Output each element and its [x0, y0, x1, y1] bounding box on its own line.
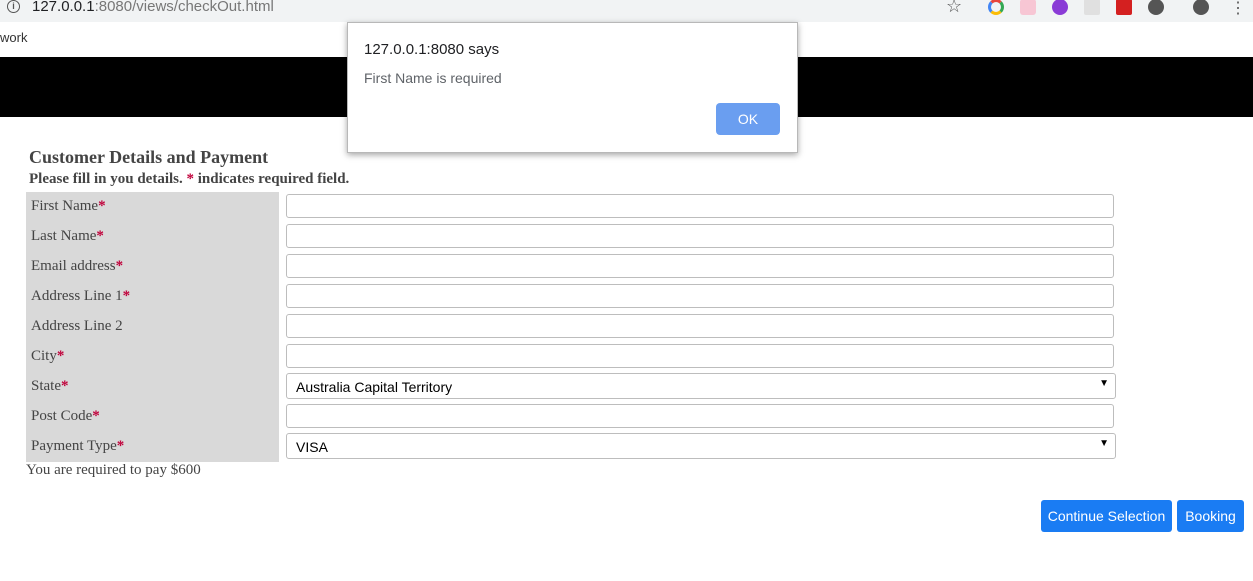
required-mark: *	[96, 228, 104, 244]
info-icon[interactable]: i	[7, 0, 20, 13]
form-row-payment-type: Payment Type* VISA ▼	[26, 432, 1126, 462]
required-mark: *	[61, 378, 69, 394]
label-text: Payment Type	[31, 438, 117, 454]
label-text: Post Code	[31, 408, 93, 424]
payment-selected-value: VISA	[296, 439, 328, 455]
address-bar[interactable]: i 127.0.0.1:8080/views/checkOut.html ☆	[0, 0, 972, 20]
url-path: :8080/views/checkOut.html	[94, 0, 274, 15]
required-mark: *	[116, 438, 125, 454]
label-text: Last Name	[31, 228, 97, 244]
label-text: First Name	[31, 198, 99, 214]
bookmark-star-icon[interactable]: ☆	[946, 0, 962, 19]
form-row-last-name: Last Name*	[26, 222, 1126, 252]
label-text: Address Line 1	[31, 288, 123, 304]
dialog-title: 127.0.0.1:8080 says	[364, 41, 500, 58]
form-row-address-2: Address Line 2	[26, 312, 1126, 342]
payment-amount-text: You are required to pay $600	[26, 462, 201, 478]
menu-kebab-icon[interactable]: ⋮	[1230, 0, 1246, 18]
label-text: City	[31, 348, 57, 364]
field-label: Payment Type*	[31, 438, 124, 455]
extension-icon[interactable]	[1020, 0, 1036, 15]
required-mark: *	[122, 288, 131, 304]
required-mark: *	[92, 408, 100, 424]
continue-selection-button[interactable]: Continue Selection	[1041, 500, 1172, 532]
label-text: Address Line 2	[31, 318, 123, 334]
field-label: Post Code*	[31, 408, 100, 425]
label-text: State	[31, 378, 61, 394]
required-mark: *	[98, 198, 106, 214]
instructions-text: indicates required field.	[194, 171, 350, 187]
form-row-first-name: First Name*	[26, 192, 1126, 222]
field-label: Address Line 1*	[31, 288, 130, 305]
form-row-post-code: Post Code*	[26, 402, 1126, 432]
email-input[interactable]	[286, 254, 1114, 278]
field-label: City*	[31, 348, 64, 365]
ok-button[interactable]: OK	[716, 103, 780, 135]
label-text: Email address	[31, 258, 116, 274]
form-row-email: Email address*	[26, 252, 1126, 282]
chevron-down-icon: ▼	[1099, 378, 1109, 389]
form-row-address-1: Address Line 1*	[26, 282, 1126, 312]
field-label: Email address*	[31, 258, 123, 275]
dialog-message: First Name is required	[364, 70, 502, 86]
address-line-2-input[interactable]	[286, 314, 1114, 338]
url-text: 127.0.0.1:8080/views/checkOut.html	[32, 0, 274, 20]
extension-icon[interactable]	[1084, 0, 1100, 15]
required-mark: *	[186, 171, 195, 187]
field-label: State*	[31, 378, 69, 395]
field-label: First Name*	[31, 198, 106, 215]
last-name-input[interactable]	[286, 224, 1114, 248]
required-mark: *	[115, 258, 124, 274]
booking-button[interactable]: Booking	[1177, 500, 1244, 532]
city-input[interactable]	[286, 344, 1114, 368]
extension-icon[interactable]	[1116, 0, 1132, 15]
alert-dialog: 127.0.0.1:8080 says First Name is requir…	[347, 22, 798, 153]
state-selected-value: Australia Capital Territory	[296, 379, 453, 395]
bookmark-item[interactable]: work	[0, 30, 27, 45]
field-label: Last Name*	[31, 228, 104, 245]
address-line-1-input[interactable]	[286, 284, 1114, 308]
form-instructions: Please fill in you details. * indicates …	[29, 171, 349, 188]
chevron-down-icon: ▼	[1099, 438, 1109, 449]
form-row-city: City*	[26, 342, 1126, 372]
field-label: Address Line 2	[31, 318, 123, 335]
state-select[interactable]: Australia Capital Territory ▼	[286, 373, 1116, 399]
payment-type-select[interactable]: VISA ▼	[286, 433, 1116, 459]
form-row-state: State* Australia Capital Territory ▼	[26, 372, 1126, 402]
required-mark: *	[56, 348, 65, 364]
first-name-input[interactable]	[286, 194, 1114, 218]
post-code-input[interactable]	[286, 404, 1114, 428]
instructions-text: Please fill in you details.	[29, 171, 187, 187]
url-host: 127.0.0.1	[32, 0, 95, 15]
page-title: Customer Details and Payment	[29, 147, 269, 167]
